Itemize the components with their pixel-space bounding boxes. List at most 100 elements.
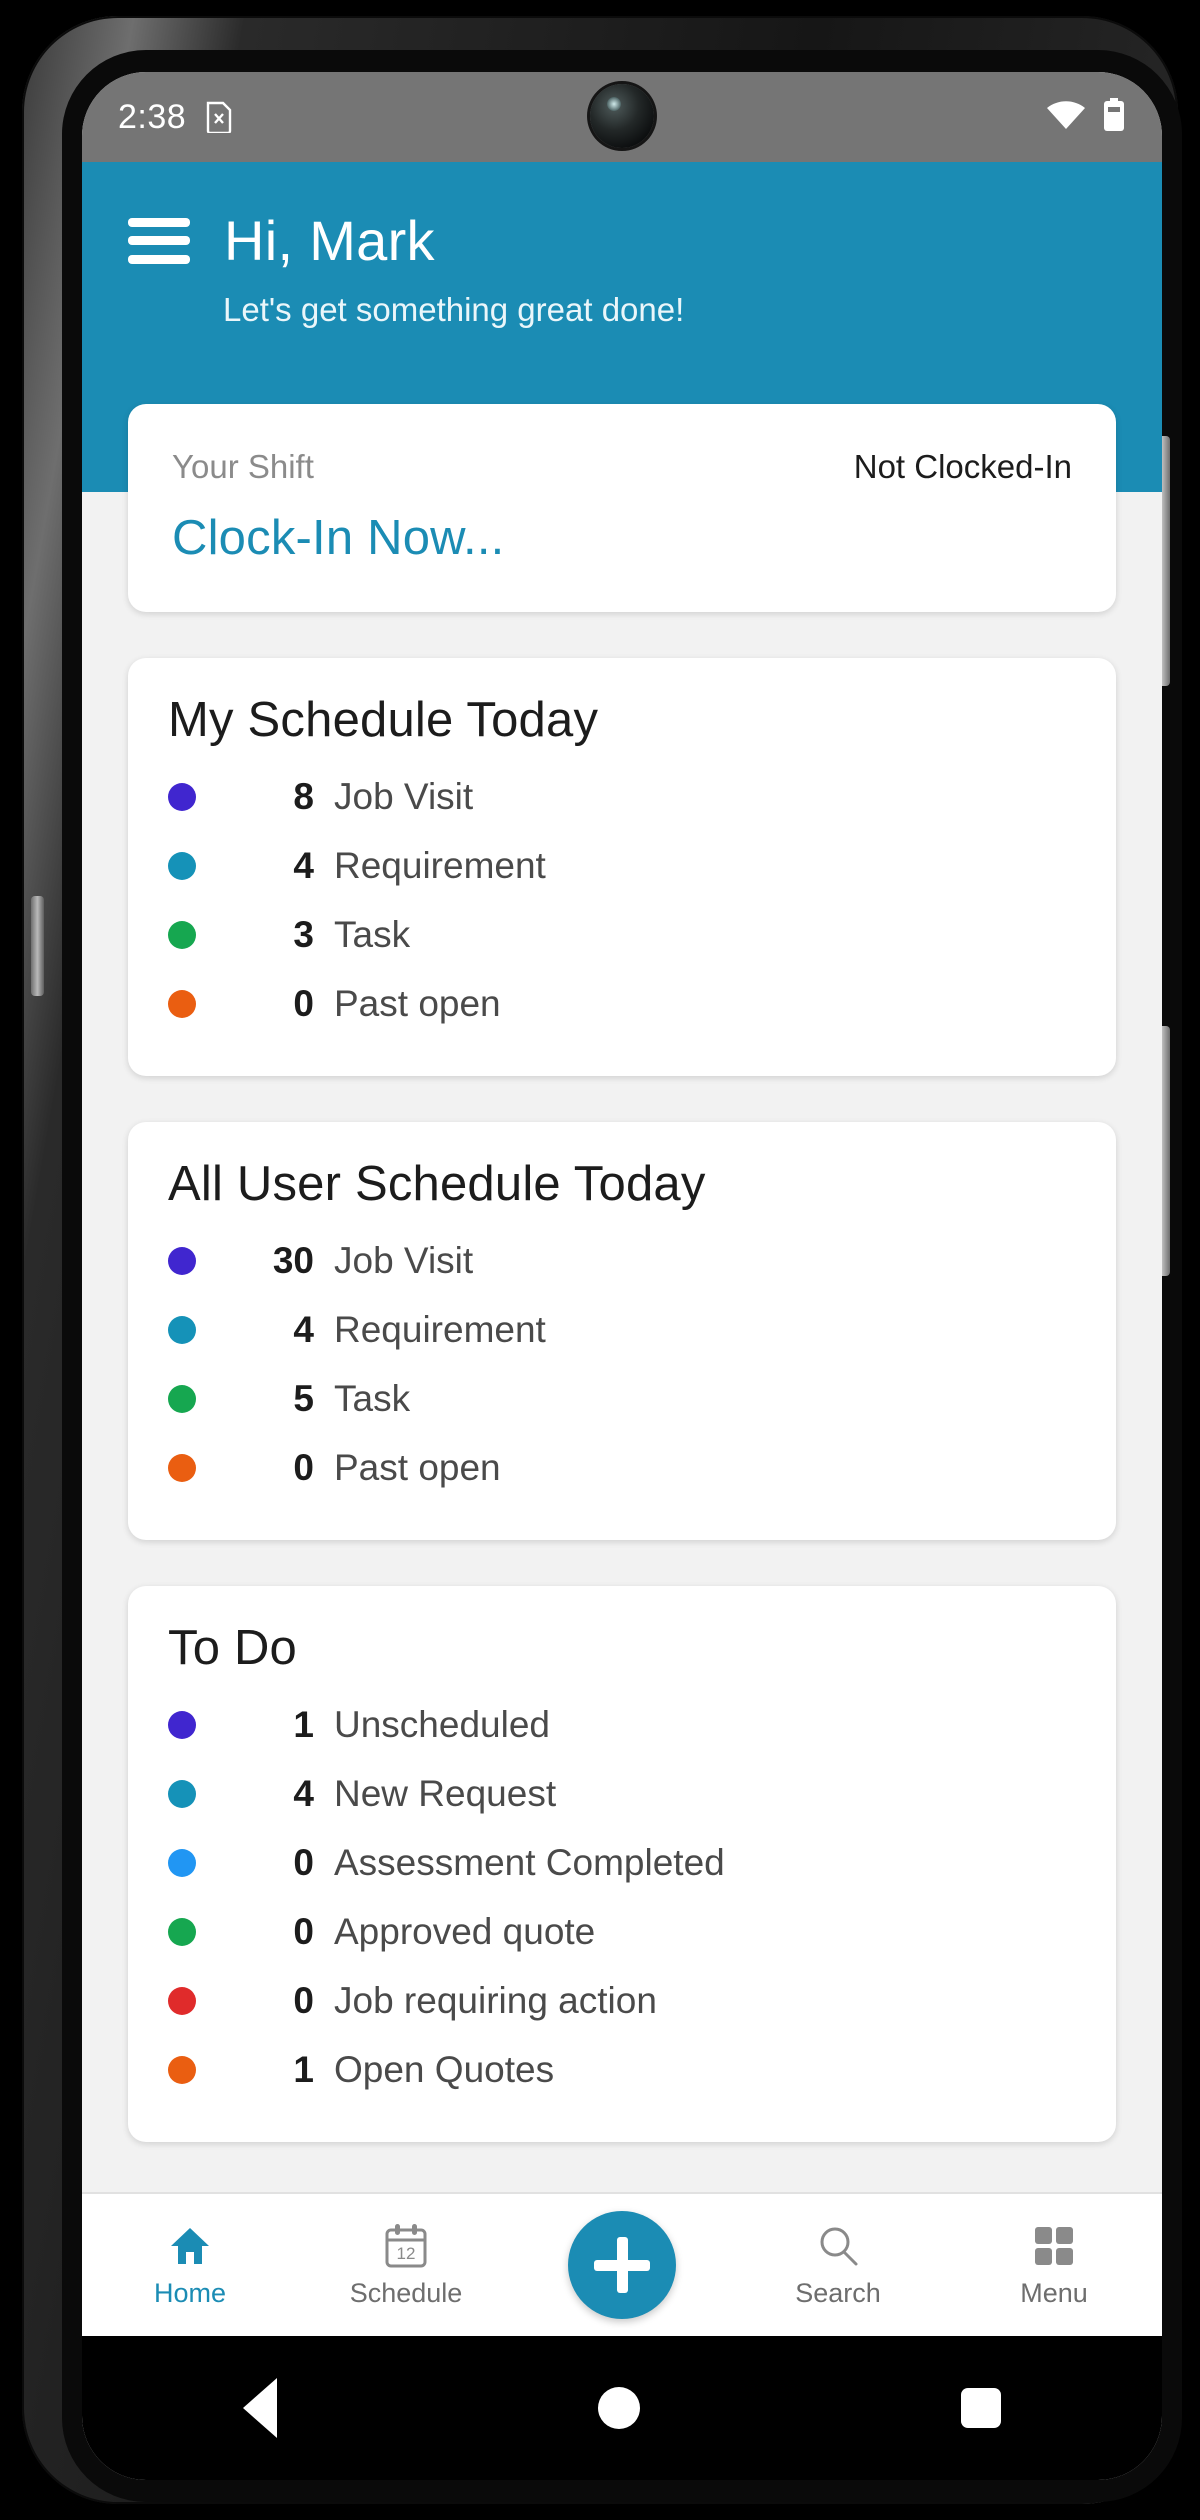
nav-label-search: Search <box>795 2277 881 2308</box>
list-item[interactable]: 30 Job Visit <box>168 1226 1076 1295</box>
item-count: 0 <box>293 1841 314 1883</box>
item-label: Unscheduled <box>334 1703 550 1745</box>
list-item[interactable]: 4 New Request <box>168 1759 1076 1828</box>
nav-item-menu[interactable]: Menu <box>946 2222 1162 2309</box>
item-label: Task <box>334 1377 411 1419</box>
item-count: 0 <box>293 1446 314 1488</box>
status-dot <box>168 1315 196 1344</box>
status-dot <box>168 920 196 949</box>
status-dot <box>168 1246 196 1275</box>
item-label: New Request <box>334 1772 557 1814</box>
item-count: 3 <box>293 913 314 955</box>
clock-in-button[interactable]: Clock-In Now... <box>172 510 1072 566</box>
list-item[interactable]: 5 Task <box>168 1364 1076 1433</box>
cards-container: Your Shift Not Clocked-In Clock-In Now..… <box>82 404 1162 2142</box>
item-label: Approved quote <box>334 1910 596 1952</box>
item-count: 0 <box>293 1979 314 2021</box>
list-item[interactable]: 8 Job Visit <box>168 762 1076 831</box>
item-label: Past open <box>334 982 501 1024</box>
status-dot <box>168 1848 196 1877</box>
status-dot <box>168 989 196 1018</box>
status-dot <box>168 2055 196 2084</box>
list-item[interactable]: 0 Job requiring action <box>168 1966 1076 2035</box>
bottom-navigation-bar: Home 12 Schedule Search Menu <box>82 2192 1162 2336</box>
nav-item-add[interactable] <box>514 2211 730 2319</box>
status-dot <box>168 1779 196 1808</box>
nav-item-schedule[interactable]: 12 Schedule <box>298 2222 514 2309</box>
hamburger-menu-icon[interactable] <box>128 217 190 264</box>
item-label: Assessment Completed <box>334 1841 725 1883</box>
nav-label-home: Home <box>153 2277 227 2308</box>
item-count: 30 <box>272 1239 314 1281</box>
status-bar-left: 2:38 <box>118 98 232 137</box>
plus-icon <box>594 2237 650 2293</box>
status-dot <box>168 1384 196 1413</box>
nav-label-menu: Menu <box>1020 2277 1088 2308</box>
status-clock: 2:38 <box>118 97 187 136</box>
item-count: 8 <box>293 775 314 817</box>
list-item[interactable]: 4 Requirement <box>168 831 1076 900</box>
add-fab-button[interactable] <box>568 2211 676 2319</box>
status-dot <box>168 1917 196 1946</box>
greeting-subtitle: Let's get something great done! <box>223 291 685 328</box>
sim-card-off-icon <box>206 101 232 133</box>
item-count: 4 <box>293 844 314 886</box>
item-label: Past open <box>334 1446 501 1488</box>
todo-title: To Do <box>168 1621 298 1675</box>
shift-status-badge: Not Clocked-In <box>853 448 1072 485</box>
search-icon <box>816 2222 860 2270</box>
item-count: 4 <box>293 1308 314 1350</box>
list-item[interactable]: 0 Assessment Completed <box>168 1828 1076 1897</box>
list-item[interactable]: 0 Past open <box>168 969 1076 1038</box>
list-item[interactable]: 0 Past open <box>168 1433 1076 1502</box>
shift-card[interactable]: Your Shift Not Clocked-In Clock-In Now..… <box>128 404 1116 612</box>
status-dot <box>168 782 196 811</box>
battery-icon <box>1102 97 1126 137</box>
page-title: Hi, Mark <box>224 209 435 272</box>
list-item[interactable]: 1 Open Quotes <box>168 2035 1076 2104</box>
status-dot <box>168 851 196 880</box>
item-label: Task <box>334 913 411 955</box>
grid-menu-icon <box>1032 2222 1076 2270</box>
nav-item-home[interactable]: Home <box>82 2222 298 2309</box>
calendar-icon: 12 <box>384 2222 428 2270</box>
item-label: Requirement <box>334 1308 546 1350</box>
status-dot <box>168 1453 196 1482</box>
status-bar: 2:38 <box>82 72 1162 162</box>
item-label: Job Visit <box>334 1239 474 1281</box>
all-user-schedule-list: 30 Job Visit 4 Requirement 5 Task 0 Past… <box>168 1226 1076 1502</box>
list-item[interactable]: 1 Unscheduled <box>168 1690 1076 1759</box>
nav-label-schedule: Schedule <box>349 2277 463 2308</box>
greeting-row: Hi, Mark <box>82 208 1162 273</box>
home-icon <box>168 2222 212 2270</box>
recents-square-icon[interactable] <box>961 2388 1002 2428</box>
scroll-content[interactable]: Hi, Mark Let's get something great done!… <box>82 162 1162 2336</box>
item-count: 1 <box>293 2048 314 2090</box>
front-camera-punch-hole <box>590 84 654 148</box>
all-user-schedule-title: All User Schedule Today <box>168 1157 706 1211</box>
left-side-button[interactable] <box>31 896 44 996</box>
item-count: 0 <box>293 1910 314 1952</box>
status-bar-right <box>1046 97 1126 137</box>
phone-frame: 2:38 Hi, Mark Let's get something great … <box>22 16 1182 2504</box>
back-triangle-icon[interactable] <box>242 2378 277 2438</box>
svg-text:12: 12 <box>397 2244 416 2263</box>
phone-screen: 2:38 Hi, Mark Let's get something great … <box>82 72 1162 2480</box>
list-item[interactable]: 0 Approved quote <box>168 1897 1076 1966</box>
shift-label: Your Shift <box>172 448 314 485</box>
home-circle-icon[interactable] <box>597 2387 640 2429</box>
my-schedule-card: My Schedule Today 8 Job Visit 4 Requirem… <box>128 658 1116 1076</box>
all-user-schedule-card: All User Schedule Today 30 Job Visit 4 R… <box>128 1122 1116 1540</box>
list-item[interactable]: 3 Task <box>168 900 1076 969</box>
status-dot <box>168 1710 196 1739</box>
item-count: 5 <box>293 1377 314 1419</box>
wifi-full-icon <box>1046 100 1086 135</box>
android-navigation-bar <box>82 2336 1162 2480</box>
item-count: 4 <box>293 1772 314 1814</box>
item-label: Requirement <box>334 844 546 886</box>
shift-card-header: Your Shift Not Clocked-In <box>172 448 1072 486</box>
item-label: Open Quotes <box>334 2048 555 2090</box>
list-item[interactable]: 4 Requirement <box>168 1295 1076 1364</box>
nav-item-search[interactable]: Search <box>730 2222 946 2309</box>
todo-list: 1 Unscheduled 4 New Request 0 Assessment… <box>168 1690 1076 2104</box>
